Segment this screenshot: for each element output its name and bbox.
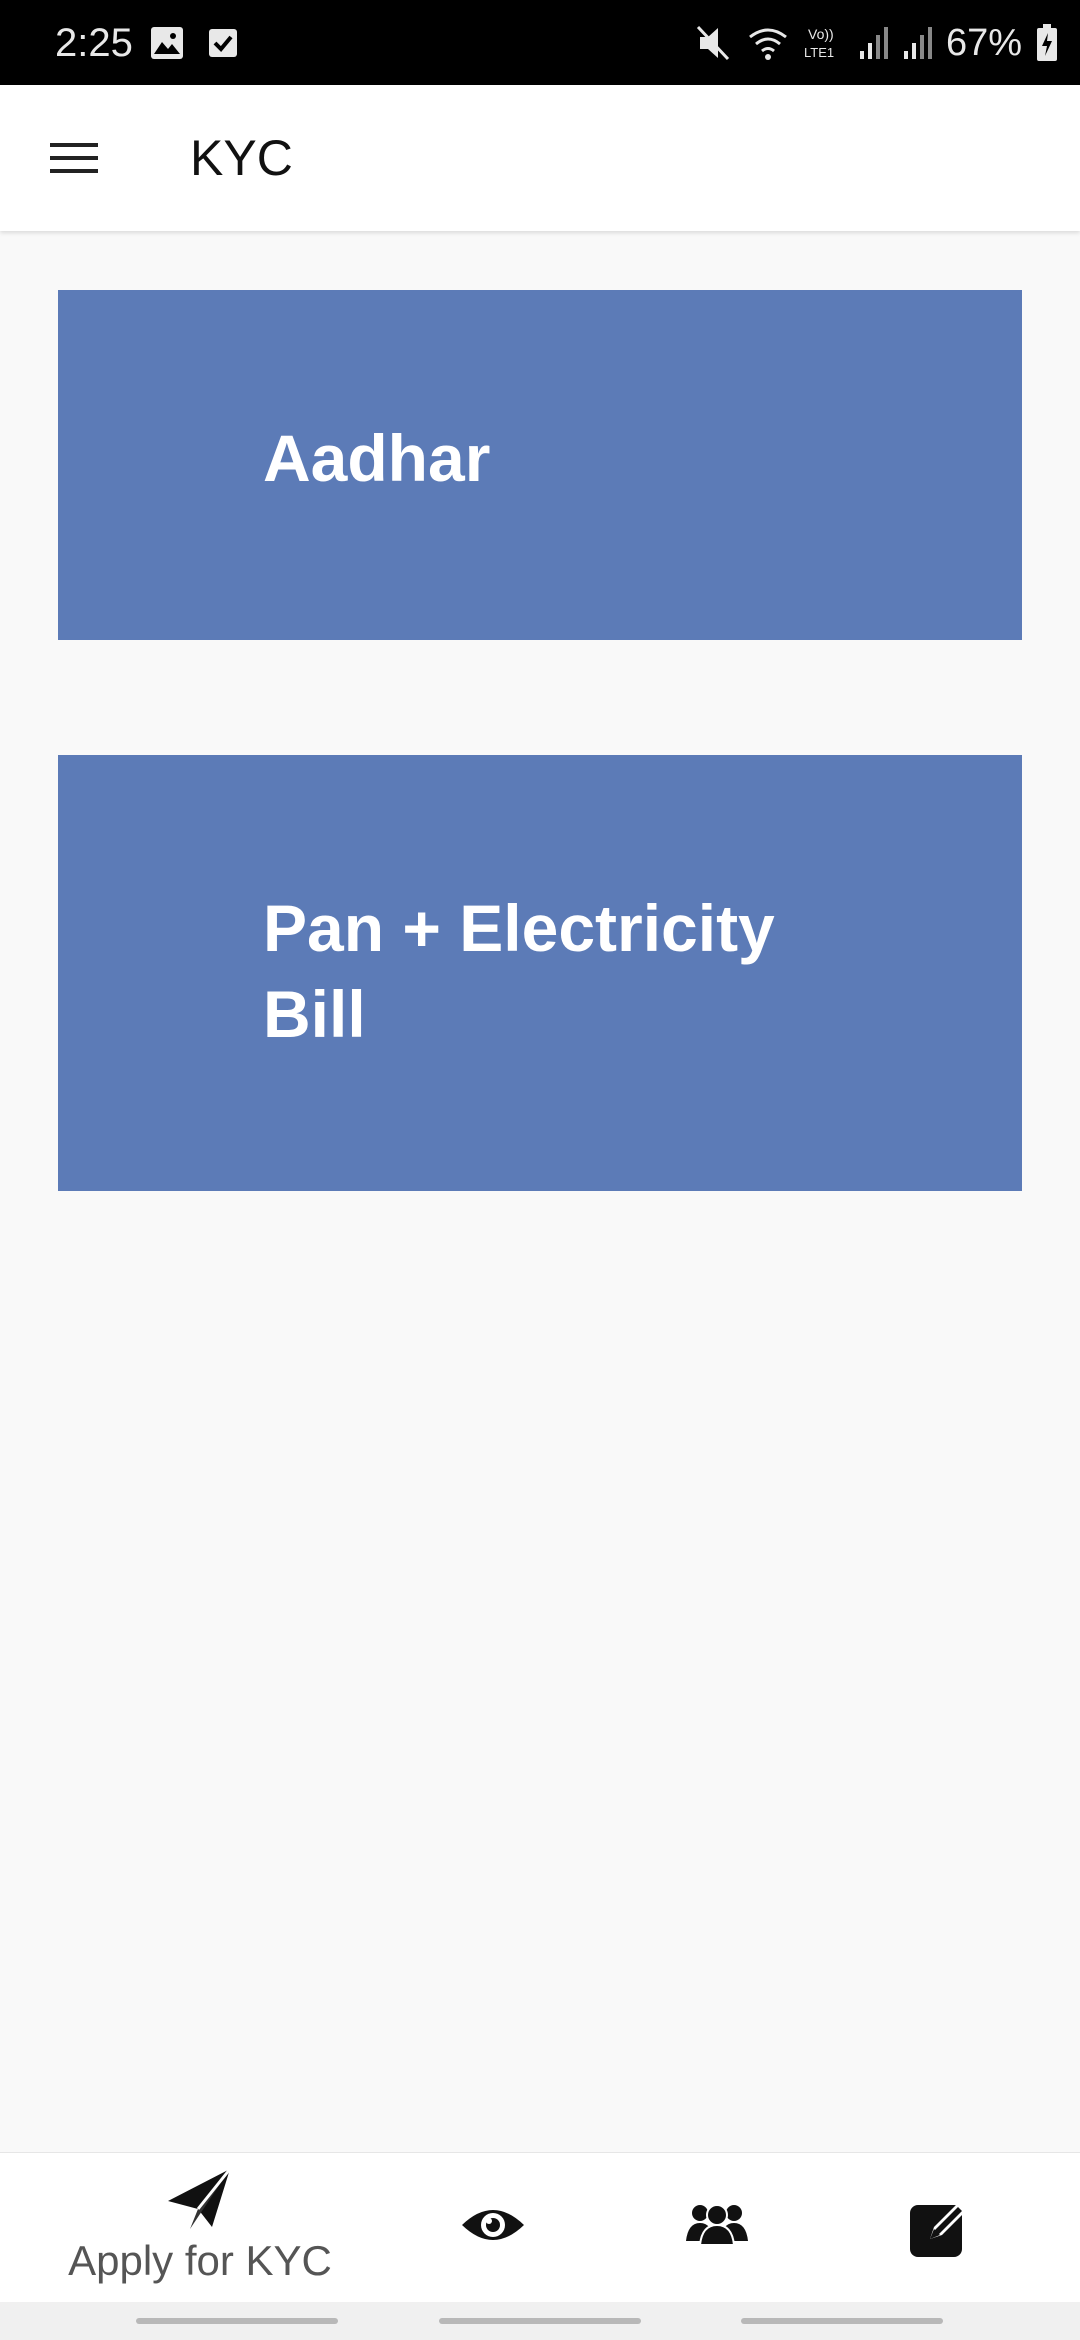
nav-edit[interactable] <box>890 2153 1000 2303</box>
svg-text:Vo)): Vo)) <box>808 26 834 42</box>
status-bar: 2:25 Vo)) LTE1 67% <box>0 0 1080 85</box>
status-time: 2:25 <box>55 21 133 65</box>
status-left-icons <box>150 26 240 60</box>
system-home-indicator[interactable] <box>439 2318 641 2324</box>
bottom-navigation: Apply for KYC <box>0 2152 1080 2303</box>
paper-plane-icon <box>168 2168 232 2229</box>
wifi-icon <box>749 28 787 60</box>
users-icon <box>686 2204 748 2245</box>
eye-icon <box>462 2210 524 2240</box>
battery-percent: 67% <box>945 22 1022 64</box>
signal-icon <box>903 27 932 59</box>
aadhar-card[interactable]: Aadhar <box>58 290 1022 640</box>
system-recent-apps-indicator[interactable] <box>136 2318 338 2324</box>
edit-icon <box>910 2199 970 2257</box>
app-bar: KYC <box>0 85 1080 231</box>
signal-icon <box>859 27 888 59</box>
system-back-indicator[interactable] <box>741 2318 943 2324</box>
mute-icon <box>696 25 730 61</box>
pan-electricity-bill-card-label: Pan + Electricity Bill <box>263 891 775 1051</box>
checkbox-icon <box>209 29 237 57</box>
battery-charging-icon <box>1037 24 1057 61</box>
aadhar-card-label: Aadhar <box>263 421 491 495</box>
hamburger-menu-icon[interactable] <box>38 125 110 191</box>
image-icon <box>151 27 183 59</box>
nav-team[interactable] <box>670 2153 780 2303</box>
volte-icon: Vo)) LTE1 <box>804 26 834 60</box>
system-navigation-bar <box>0 2302 1080 2340</box>
screen: 2:25 Vo)) LTE1 67% KYC Aadhar Pan + Elec… <box>0 0 1080 2340</box>
pan-electricity-bill-card[interactable]: Pan + Electricity Bill <box>58 755 1022 1191</box>
nav-apply-for-kyc-label: Apply for KYC <box>68 2237 332 2284</box>
nav-view[interactable] <box>440 2153 550 2303</box>
status-right-icons: Vo)) LTE1 67% <box>696 18 1058 68</box>
page-title: KYC <box>190 130 293 186</box>
svg-text:LTE1: LTE1 <box>804 45 834 60</box>
nav-apply-for-kyc[interactable]: Apply for KYC <box>40 2153 360 2303</box>
